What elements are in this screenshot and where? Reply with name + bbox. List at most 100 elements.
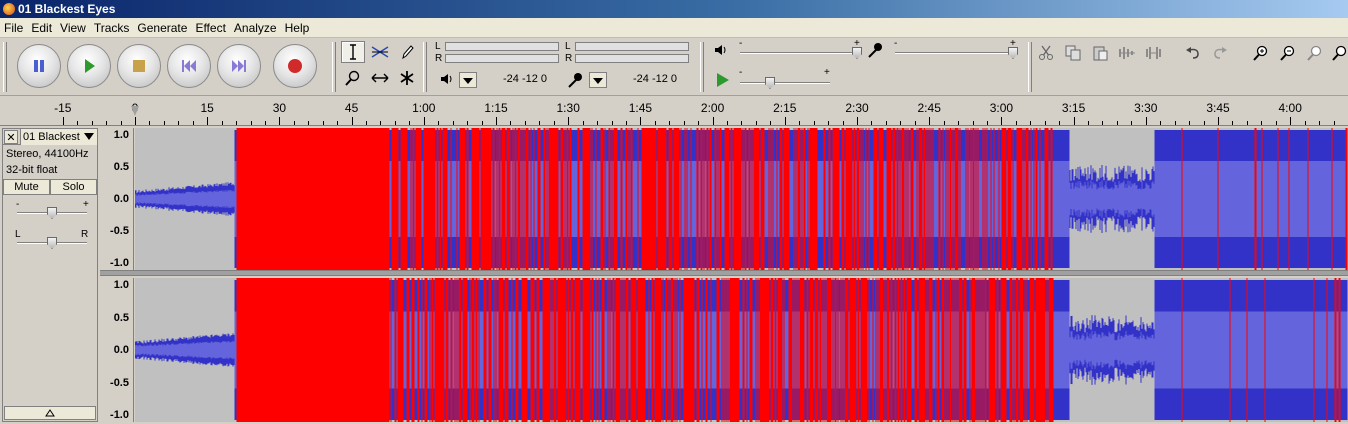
redo-icon — [1214, 47, 1227, 59]
menu-analyze[interactable]: Analyze — [230, 18, 281, 38]
ruler-minor-tick — [178, 121, 180, 125]
trim-button[interactable] — [1115, 42, 1139, 64]
playback-meter-menu[interactable] — [459, 72, 477, 88]
track-name-menu[interactable]: 01 Blackest — [20, 129, 97, 145]
zoom-tool[interactable] — [341, 67, 365, 89]
pause-button[interactable] — [17, 44, 61, 88]
stop-button[interactable] — [117, 44, 161, 88]
record-button[interactable] — [273, 44, 317, 88]
channel-separator[interactable] — [100, 270, 1348, 276]
slider-max-label: + — [824, 67, 830, 78]
ruler-label: 1:30 — [556, 101, 580, 115]
ruler-major-tick — [207, 117, 209, 125]
multi-tool[interactable] — [395, 67, 419, 89]
asterisk-icon — [400, 71, 414, 85]
ruler-minor-tick — [1030, 121, 1032, 125]
record-meter-menu[interactable] — [589, 72, 607, 88]
mute-button[interactable]: Mute — [3, 179, 50, 195]
zoom-in-button[interactable] — [1249, 42, 1273, 64]
play-button[interactable] — [67, 44, 111, 88]
ruler-minor-tick — [1232, 121, 1234, 125]
skip-end-button[interactable] — [217, 44, 261, 88]
playback-volume-track[interactable] — [740, 52, 860, 54]
menu-file[interactable]: File — [0, 18, 27, 38]
menu-view[interactable]: View — [56, 18, 90, 38]
ruler-minor-tick — [669, 121, 671, 125]
solo-button[interactable]: Solo — [50, 179, 97, 195]
selection-tool[interactable] — [341, 41, 365, 63]
amplitude-label: -0.5 — [110, 225, 129, 237]
cut-button[interactable] — [1034, 42, 1058, 64]
ruler-minor-tick — [813, 121, 815, 125]
ruler-minor-tick — [452, 121, 454, 125]
amplitude-label: 0.5 — [113, 161, 129, 173]
ruler-label: 2:00 — [700, 101, 725, 115]
ruler-label: 30 — [272, 101, 287, 115]
ruler-label: 15 — [200, 101, 214, 115]
toolbar-grip[interactable] — [700, 42, 704, 92]
ruler-minor-tick — [481, 121, 483, 125]
ruler-minor-tick — [120, 121, 122, 125]
silence-icon — [1146, 47, 1161, 59]
playback-meter-scale: -24 -12 0 — [503, 73, 548, 85]
draw-tool[interactable] — [395, 41, 419, 63]
ruler-minor-tick — [1333, 121, 1335, 125]
envelope-tool[interactable] — [368, 41, 392, 63]
double-arrow-icon — [371, 73, 389, 83]
menu-edit[interactable]: Edit — [27, 18, 56, 38]
gain-slider-thumb[interactable] — [47, 207, 57, 219]
record-meter-right[interactable] — [575, 54, 689, 63]
slider-min-label: - — [894, 38, 898, 49]
playback-meter-left[interactable] — [445, 42, 559, 51]
playback-meter-right[interactable] — [445, 54, 559, 63]
i-beam-icon — [350, 44, 356, 60]
menu-tracks[interactable]: Tracks — [90, 18, 134, 38]
timeline-ruler[interactable]: -15 0 15 30 45 1:00 1:15 1:30 1:45 2:00 2:15 2:30 2:… — [0, 96, 1348, 126]
meter-left-label: L — [435, 41, 441, 52]
undo-button[interactable] — [1181, 42, 1205, 64]
ruler-minor-tick — [1015, 121, 1017, 125]
ruler-minor-tick — [91, 121, 93, 125]
pan-slider-thumb[interactable] — [47, 237, 57, 249]
waveform-left-channel[interactable] — [135, 128, 1348, 270]
toolbar-grip[interactable] — [423, 42, 427, 92]
ruler-label: 4:00 — [1278, 101, 1302, 115]
menu-generate[interactable]: Generate — [133, 18, 191, 38]
toolbar-grip[interactable] — [3, 42, 7, 92]
waveform-right-channel[interactable] — [135, 278, 1348, 422]
ruler-minor-tick — [1059, 121, 1061, 125]
play-at-speed-button[interactable] — [711, 69, 735, 91]
ruler-minor-tick — [611, 121, 613, 125]
redo-button[interactable] — [1208, 42, 1232, 64]
toolbar-grip[interactable] — [332, 42, 336, 92]
ruler-major-tick — [279, 117, 281, 125]
menu-effect[interactable]: Effect — [191, 18, 229, 38]
fit-selection-button[interactable] — [1303, 42, 1327, 64]
fit-project-button[interactable] — [1328, 42, 1348, 64]
menu-bar: File Edit View Tracks Generate Effect Analyze H… — [0, 18, 1348, 38]
record-volume-track[interactable] — [895, 52, 1015, 54]
skip-start-button[interactable] — [167, 44, 211, 88]
play-speed-track[interactable] — [740, 82, 830, 84]
menu-help[interactable]: Help — [281, 18, 314, 38]
playhead-marker[interactable] — [131, 106, 139, 116]
collapse-track-button[interactable] — [4, 406, 96, 420]
ruler-label: 3:00 — [989, 101, 1014, 115]
close-track-button[interactable]: ✕ — [4, 130, 18, 144]
record-meter-left[interactable] — [575, 42, 689, 51]
paste-button[interactable] — [1088, 42, 1112, 64]
stop-icon — [133, 60, 145, 72]
ruler-minor-tick — [1131, 121, 1133, 125]
ruler-major-tick — [1290, 117, 1292, 125]
play-speed-thumb[interactable] — [765, 77, 775, 89]
ruler-minor-tick — [467, 121, 469, 125]
toolbar-grip[interactable] — [1028, 42, 1032, 92]
record-volume-thumb[interactable] — [1008, 47, 1018, 59]
time-shift-tool[interactable] — [368, 67, 392, 89]
zoom-out-button[interactable] — [1276, 42, 1300, 64]
ruler-minor-tick — [1189, 121, 1191, 125]
ruler-minor-tick — [250, 121, 252, 125]
playback-volume-thumb[interactable] — [852, 47, 862, 59]
copy-button[interactable] — [1061, 42, 1085, 64]
silence-button[interactable] — [1142, 42, 1166, 64]
